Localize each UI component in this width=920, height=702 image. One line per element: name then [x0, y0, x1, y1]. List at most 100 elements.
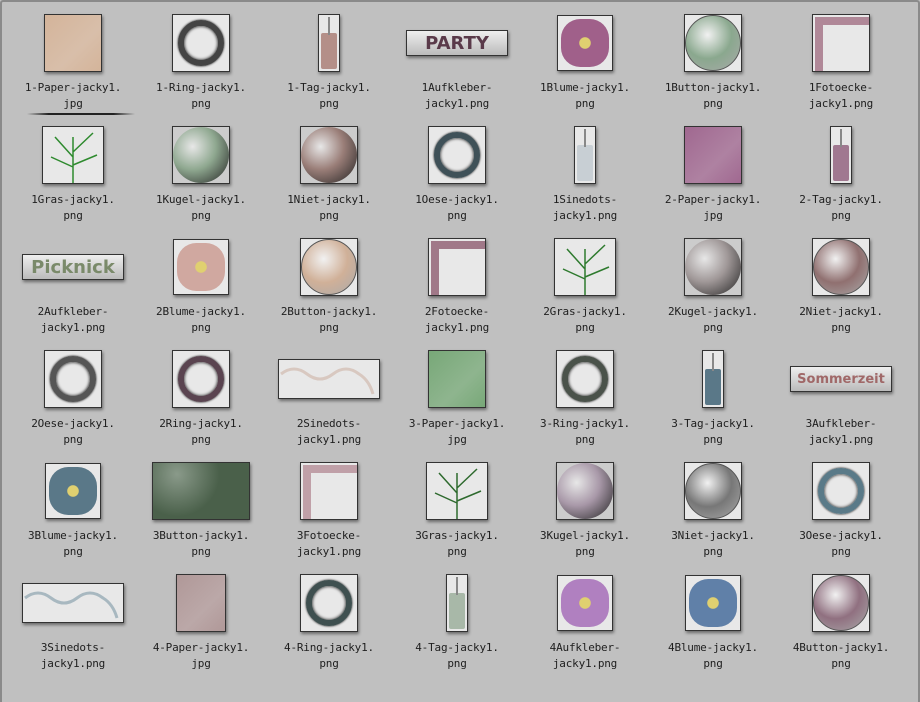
- file-item[interactable]: 3Sinedots-jacky1.png: [9, 570, 137, 682]
- thumbnail-area: [393, 234, 521, 300]
- file-item[interactable]: 1-Tag-jacky1. png: [265, 10, 393, 122]
- file-name-line: png: [447, 545, 467, 558]
- banner-text: Picknick: [31, 256, 115, 278]
- file-item[interactable]: PARTY 1Aufkleber-jacky1.png: [393, 10, 521, 122]
- button-thumbnail-icon: [812, 574, 870, 632]
- file-name-line: jacky1.png: [552, 209, 618, 222]
- file-name-line: png: [63, 433, 83, 446]
- file-item[interactable]: 1Gras-jacky1. png: [9, 122, 137, 234]
- file-item[interactable]: 3Gras-jacky1. png: [393, 458, 521, 570]
- file-name-line: 2Sinedots-: [296, 417, 362, 430]
- file-item[interactable]: 3-Paper-jacky1. jpg: [393, 346, 521, 458]
- file-item[interactable]: 3Niet-jacky1. png: [649, 458, 777, 570]
- paper-thumbnail-icon: [44, 14, 102, 72]
- grass-thumbnail-icon: [42, 126, 104, 184]
- file-name-label: 2Aufkleber-jacky1.png: [9, 304, 137, 336]
- file-name-line: 4Aufkleber-: [549, 641, 621, 654]
- tag-thumbnail-icon: [830, 126, 852, 184]
- thumbnail-area: [521, 10, 649, 76]
- file-name-label: 1-Paper-jacky1. jpg: [9, 80, 137, 112]
- file-item[interactable]: 1-Ring-jacky1. png: [137, 10, 265, 122]
- file-name-line: 2Aufkleber-: [37, 305, 109, 318]
- file-name-label: 2Sinedots-jacky1.png: [265, 416, 393, 448]
- file-name-line: 3Kugel-jacky1.: [540, 529, 630, 542]
- thumbnail-area: [9, 458, 137, 524]
- file-item[interactable]: 3-Ring-jacky1. png: [521, 346, 649, 458]
- file-name-line: png: [319, 209, 339, 222]
- file-name-line: jacky1.png: [40, 321, 106, 334]
- file-item[interactable]: 2Blume-jacky1. png: [137, 234, 265, 346]
- banner-thumbnail-icon: Picknick: [22, 254, 124, 280]
- file-name-line: png: [831, 657, 851, 670]
- file-name-line: jacky1.png: [40, 657, 106, 670]
- file-name-label: 3Gras-jacky1. png: [393, 528, 521, 560]
- file-name-label: 1Kugel-jacky1. png: [137, 192, 265, 224]
- file-item[interactable]: 4Button-jacky1. png: [777, 570, 905, 682]
- grass-thumbnail-icon: [426, 462, 488, 520]
- file-item[interactable]: 3Button-jacky1. png: [137, 458, 265, 570]
- file-item[interactable]: Picknick 2Aufkleber-jacky1.png: [9, 234, 137, 346]
- file-name-line: 3-Ring-jacky1.: [540, 417, 630, 430]
- thumbnail-area: [393, 570, 521, 636]
- file-item[interactable]: 2Gras-jacky1. png: [521, 234, 649, 346]
- file-item[interactable]: 3Blume-jacky1. png: [9, 458, 137, 570]
- file-item[interactable]: 2Sinedots-jacky1.png: [265, 346, 393, 458]
- file-name-label: 1-Ring-jacky1. png: [137, 80, 265, 112]
- file-name-line: 1-Tag-jacky1.: [287, 81, 371, 94]
- file-item[interactable]: 2Niet-jacky1. png: [777, 234, 905, 346]
- file-name-line: 1Kugel-jacky1.: [156, 193, 246, 206]
- file-item[interactable]: 1Kugel-jacky1. png: [137, 122, 265, 234]
- file-item[interactable]: Sommerzeit 3Aufkleber-jacky1.png: [777, 346, 905, 458]
- file-name-line: 3Gras-jacky1.: [415, 529, 499, 542]
- file-item[interactable]: 1Blume-jacky1. png: [521, 10, 649, 122]
- flower-thumbnail-icon: [45, 463, 101, 519]
- thumbnail-area: [393, 458, 521, 524]
- file-item[interactable]: 4Aufkleber-jacky1.png: [521, 570, 649, 682]
- file-item[interactable]: 4-Paper-jacky1. jpg: [137, 570, 265, 682]
- file-item[interactable]: 2Ring-jacky1. png: [137, 346, 265, 458]
- file-item[interactable]: 2-Paper-jacky1. jpg: [649, 122, 777, 234]
- thumbnail-area: [649, 346, 777, 412]
- file-name-label: 1-Tag-jacky1. png: [265, 80, 393, 112]
- file-name-line: 3Oese-jacky1.: [799, 529, 883, 542]
- file-item[interactable]: 1Button-jacky1. png: [649, 10, 777, 122]
- file-item[interactable]: 3Kugel-jacky1. png: [521, 458, 649, 570]
- thumbnail-area: [521, 346, 649, 412]
- file-item[interactable]: 3-Tag-jacky1. png: [649, 346, 777, 458]
- file-item[interactable]: 4Blume-jacky1. png: [649, 570, 777, 682]
- file-item[interactable]: 1-Paper-jacky1. jpg: [9, 10, 137, 122]
- file-name-line: 4-Tag-jacky1.: [415, 641, 499, 654]
- thumbnail-area: Sommerzeit: [777, 346, 905, 412]
- file-name-label: 3-Paper-jacky1. jpg: [393, 416, 521, 448]
- file-item[interactable]: 3Fotoecke-jacky1.png: [265, 458, 393, 570]
- file-name-line: jpg: [703, 209, 723, 222]
- file-item[interactable]: 2Button-jacky1. png: [265, 234, 393, 346]
- file-name-label: 3Sinedots-jacky1.png: [9, 640, 137, 672]
- file-item[interactable]: 1Niet-jacky1. png: [265, 122, 393, 234]
- file-name-line: 3Sinedots-: [40, 641, 106, 654]
- banner-text: Sommerzeit: [797, 371, 885, 387]
- banner-thumbnail-icon: PARTY: [406, 30, 508, 56]
- file-name-line: jacky1.png: [296, 433, 362, 446]
- file-item[interactable]: 2Kugel-jacky1. png: [649, 234, 777, 346]
- file-item[interactable]: 1Oese-jacky1. png: [393, 122, 521, 234]
- file-item[interactable]: 2Fotoecke-jacky1.png: [393, 234, 521, 346]
- file-name-line: 1Fotoecke-: [808, 81, 874, 94]
- file-item[interactable]: 1Fotoecke-jacky1.png: [777, 10, 905, 122]
- file-item[interactable]: 2Oese-jacky1. png: [9, 346, 137, 458]
- file-item[interactable]: 4-Tag-jacky1. png: [393, 570, 521, 682]
- file-name-line: 2Ring-jacky1.: [159, 417, 243, 430]
- file-name-line: png: [63, 209, 83, 222]
- file-name-line: png: [575, 545, 595, 558]
- file-name-line: 3Niet-jacky1.: [671, 529, 755, 542]
- file-item[interactable]: 1Sinedots-jacky1.png: [521, 122, 649, 234]
- ring-thumbnail-icon: [172, 14, 230, 72]
- file-item[interactable]: 4-Ring-jacky1. png: [265, 570, 393, 682]
- file-name-line: png: [831, 321, 851, 334]
- corner-thumbnail-icon: [300, 462, 358, 520]
- file-item[interactable]: 3Oese-jacky1. png: [777, 458, 905, 570]
- file-name-label: 3Fotoecke-jacky1.png: [265, 528, 393, 560]
- file-item[interactable]: 2-Tag-jacky1. png: [777, 122, 905, 234]
- file-name-label: 2Ring-jacky1. png: [137, 416, 265, 448]
- file-name-line: 1Gras-jacky1.: [31, 193, 115, 206]
